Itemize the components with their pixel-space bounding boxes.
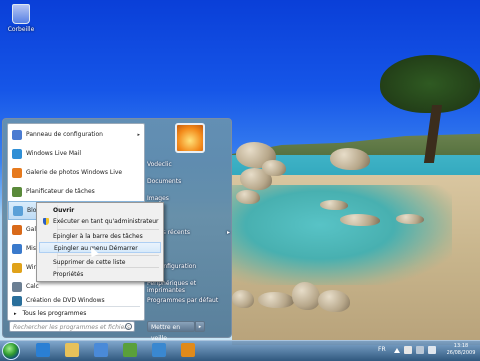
volume-icon[interactable] (428, 346, 436, 354)
wallpaper-rock (318, 290, 350, 312)
update-icon (12, 243, 22, 254)
clock[interactable]: 13:18 26/08/2009 (442, 343, 480, 357)
recycle-bin[interactable]: Corbeille (6, 4, 36, 33)
submenu-arrow-icon: ▸ (227, 229, 231, 236)
control-panel-icon[interactable] (94, 343, 108, 357)
context-menu-item[interactable]: Epingler au menu Démarrer (39, 242, 161, 253)
place-label: Images (147, 195, 169, 202)
place-label: Documents (147, 178, 182, 185)
photo-gallery-icon (12, 167, 22, 178)
all-programs-button[interactable]: ▸ Tous les programmes (14, 310, 86, 317)
context-menu-item-label: Propriétés (53, 271, 84, 278)
user-picture-icon[interactable] (175, 123, 205, 153)
context-menu-item[interactable]: Propriétés (39, 269, 161, 280)
programs-separator (12, 306, 140, 307)
program-label: Planificateur de tâches (26, 188, 95, 195)
clock-time: 13:18 (453, 343, 469, 349)
program-label: Calc (26, 283, 39, 290)
program-label: Panneau de configuration (26, 131, 103, 138)
place-label: Programmes par défaut (147, 297, 219, 304)
wallpaper-rock (258, 292, 294, 308)
clock-date: 26/08/2009 (446, 350, 476, 356)
start-menu-program-item[interactable]: Planificateur de tâches (8, 182, 144, 201)
start-menu-program-item[interactable]: Création de DVD Windows (8, 291, 144, 310)
start-menu-place-item[interactable]: Périphériques et imprimantes (147, 280, 229, 294)
context-menu-item[interactable]: Epingler à la barre des tâches (39, 231, 161, 242)
calculator-icon (12, 281, 22, 292)
dvd-maker-icon (12, 295, 22, 306)
search-icon (125, 323, 132, 330)
context-menu-item-label: Exécuter en tant qu'administrateur (53, 218, 159, 225)
context-menu-item[interactable]: Ouvrir (39, 205, 161, 216)
language-indicator[interactable]: FR (378, 346, 386, 353)
start-menu-place-item[interactable]: Documents (147, 178, 181, 185)
mail-icon[interactable] (152, 343, 166, 357)
uac-shield-icon (43, 218, 49, 225)
context-menu-separator (57, 267, 159, 268)
shutdown-options-button[interactable]: ▸ (195, 321, 205, 332)
all-programs-label: Tous les programmes (22, 310, 87, 317)
context-menu-separator (57, 255, 159, 256)
media-player-icon (12, 262, 22, 273)
gallery-icon (12, 224, 22, 235)
search-input[interactable]: Rechercher les programmes et fichiers (9, 321, 135, 332)
show-hidden-icons-icon[interactable] (394, 348, 400, 353)
start-menu-place-item[interactable]: Images (147, 195, 169, 202)
program-label: Galerie de photos Windows Live (26, 169, 123, 176)
context-menu-item-label: Epingler à la barre des tâches (53, 233, 143, 240)
start-menu-program-item[interactable]: Galerie de photos Windows Live (8, 163, 144, 182)
start-button[interactable] (2, 342, 20, 360)
wallpaper-rock (232, 290, 254, 308)
recycle-bin-icon (12, 4, 30, 24)
context-menu: Ouvrir Exécuter en tant qu'administrateur… (36, 202, 164, 282)
explorer-folder-icon[interactable] (65, 343, 79, 357)
media-icon[interactable] (181, 343, 195, 357)
internet-explorer-icon[interactable] (36, 343, 50, 357)
wallpaper-rock (330, 148, 370, 170)
start-menu-place-item[interactable]: Programmes par défaut (147, 297, 218, 304)
wallpaper-rock (340, 214, 380, 226)
notification-area: FR 13:18 26/08/2009 (376, 343, 480, 359)
wallpaper-tree-canopy (380, 55, 480, 113)
start-menu-program-item[interactable]: Panneau de configuration ▸ (8, 125, 144, 144)
place-label: Vodeclic (147, 161, 172, 168)
action-center-icon[interactable] (404, 346, 412, 354)
arrow-right-icon: ▸ (14, 310, 17, 317)
context-menu-item-label: Ouvrir (53, 207, 75, 214)
live-mail-icon (12, 148, 22, 159)
wallpaper-rock (236, 190, 260, 204)
program-label: Windows Live Mail (26, 150, 82, 157)
task-scheduler-icon (12, 186, 22, 197)
windows-live-icon[interactable] (123, 343, 137, 357)
wallpaper-rock (320, 200, 348, 210)
search-placeholder: Rechercher les programmes et fichiers (13, 324, 130, 331)
wallpaper-rock (396, 214, 424, 224)
place-label: Périphériques et imprimantes (147, 280, 197, 294)
wallpaper-rock (292, 282, 320, 310)
shutdown-button[interactable]: Mettre en veille (147, 321, 195, 342)
start-menu-place-item[interactable]: Vodeclic (147, 161, 172, 168)
program-label: Création de DVD Windows (26, 297, 105, 304)
notepad-icon (13, 205, 23, 216)
context-menu-item[interactable]: Exécuter en tant qu'administrateur (39, 216, 161, 227)
network-icon[interactable] (416, 346, 424, 354)
recycle-bin-label: Corbeille (7, 26, 35, 33)
start-menu-program-item[interactable]: Windows Live Mail (8, 144, 144, 163)
control-panel-icon (12, 129, 22, 140)
wallpaper-rock (262, 160, 286, 176)
submenu-arrow-icon: ▸ (137, 131, 140, 138)
wallpaper-lagoon (232, 185, 452, 285)
context-menu-separator (57, 229, 159, 230)
